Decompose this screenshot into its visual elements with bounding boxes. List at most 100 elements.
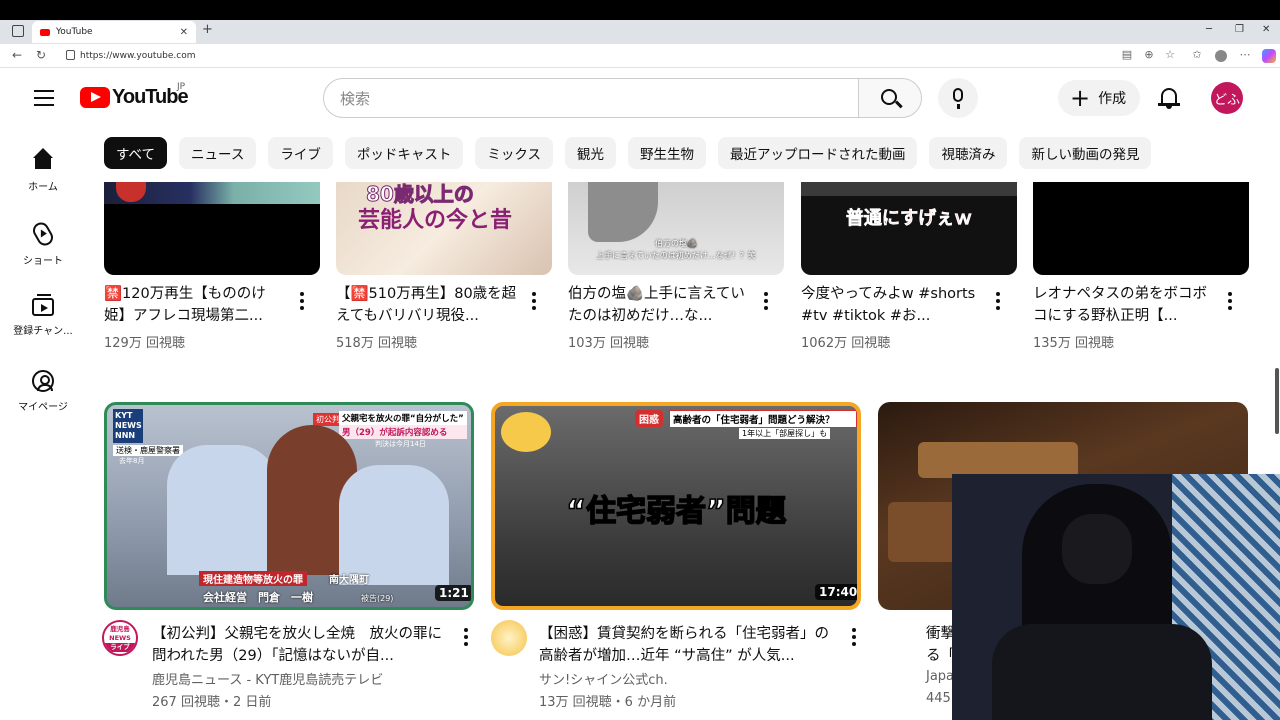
- minimize-button[interactable]: ─: [1206, 24, 1212, 35]
- channel-name[interactable]: サン!シャイン公式ch.: [539, 669, 668, 688]
- more-options-icon[interactable]: [1226, 292, 1234, 312]
- url-field[interactable]: https://www.youtube.com: [62, 46, 1142, 66]
- thumbnail-tag: 被告(29): [361, 594, 394, 603]
- search-button[interactable]: [858, 78, 922, 118]
- sidebar-item-label: マイページ: [18, 402, 68, 413]
- sidebar-item-you[interactable]: マイページ: [0, 370, 86, 413]
- view-count: 518万 回視聴: [336, 336, 417, 351]
- video-thumbnail[interactable]: [1033, 182, 1249, 275]
- more-menu-icon[interactable]: ⋯: [1238, 48, 1252, 62]
- refresh-icon[interactable]: ↻: [36, 48, 46, 62]
- video-title[interactable]: 【困惑】賃貸契約を断られる「住宅弱者」の高齢者が増加…近年 “サ高住” が人気.…: [539, 623, 835, 667]
- thumbnail-name: 会社経営 門倉 一樹: [203, 591, 313, 604]
- video-title[interactable]: 今度やってみよw #shorts #tv #tiktok #お...: [801, 283, 985, 327]
- chip-tourism[interactable]: 観光: [564, 137, 616, 169]
- thumbnail-text: 普通にすげぇｗ: [845, 208, 973, 230]
- thumbnail-caption: 伯方の塩🪨 上手に言えていたのは初めだけ…なぜ！？笑: [596, 239, 756, 260]
- thumbnail-subtext: 判決は今月14日: [375, 440, 426, 448]
- sidebar-item-label: ショート: [23, 256, 63, 267]
- home-icon: [31, 148, 55, 172]
- notifications-bell-icon[interactable]: [1158, 86, 1180, 110]
- thumbnail-tag: 困惑: [635, 410, 663, 427]
- channel-avatar[interactable]: [491, 620, 527, 656]
- video-thumbnail[interactable]: 普通にすげぇｗ: [801, 182, 1017, 275]
- tab-close-icon[interactable]: ✕: [180, 27, 188, 38]
- screen-top-border: [0, 0, 1280, 20]
- chip-news[interactable]: ニュース: [179, 137, 257, 169]
- video-thumbnail[interactable]: 80歳以上の 芸能人の今と昔: [336, 182, 552, 275]
- chip-mixes[interactable]: ミックス: [475, 137, 553, 169]
- more-options-icon[interactable]: [850, 628, 858, 648]
- menu-icon[interactable]: [34, 90, 54, 106]
- page-scrollbar[interactable]: [1275, 368, 1279, 434]
- copilot-icon[interactable]: [1262, 49, 1276, 63]
- search-input[interactable]: 検索: [323, 78, 859, 118]
- video-title[interactable]: 🈲120万再生【もののけ姫】アフレコ現場第二...: [104, 283, 284, 327]
- browser-profile-icon[interactable]: [1215, 50, 1227, 62]
- tab-actions-icon[interactable]: [12, 25, 24, 37]
- browser-tab-youtube[interactable]: YouTube ✕: [32, 21, 196, 43]
- more-options-icon[interactable]: [994, 292, 1002, 312]
- thumbnail-text: 芸能人の今と昔: [358, 208, 513, 233]
- video-thumbnail[interactable]: 困惑 高齢者の「住宅弱者」問題どう解決？ 1年以上「部屋探し」も “住宅弱者”問…: [491, 402, 861, 610]
- chip-podcasts[interactable]: ポッドキャスト: [344, 137, 464, 169]
- close-window-button[interactable]: ✕: [1262, 24, 1270, 35]
- chip-all[interactable]: すべて: [104, 137, 168, 169]
- channel-avatar[interactable]: 鹿児島 NEWS ライブ: [102, 620, 138, 656]
- avatar-text: NEWS: [109, 634, 131, 642]
- zoom-icon[interactable]: ⊕: [1142, 48, 1156, 62]
- chip-wildlife[interactable]: 野生生物: [627, 137, 706, 169]
- channel-name[interactable]: 鹿児島ニュース - KYT鹿児島読売テレビ: [152, 669, 383, 688]
- sidebar-item-subscriptions[interactable]: 登録チャン...: [0, 294, 86, 337]
- screen: YouTube ✕ + ─ ❐ ✕ ← ↻ https://www.youtub…: [0, 0, 1280, 720]
- tab-title: YouTube: [56, 27, 93, 37]
- favorite-star-icon[interactable]: ☆: [1163, 48, 1177, 62]
- thumbnail-lower-third: 現住建造物等放火の罪: [199, 571, 307, 586]
- more-options-icon[interactable]: [462, 628, 470, 648]
- view-count: 1062万 回視聴: [801, 336, 891, 351]
- more-options-icon[interactable]: [530, 292, 538, 312]
- plus-icon: +: [1070, 84, 1091, 112]
- sidebar-item-label: ホーム: [28, 182, 58, 193]
- video-title[interactable]: 【🈲510万再生】80歳を超えてもバリバリ現役...: [336, 283, 520, 327]
- view-count: 135万 回視聴: [1033, 336, 1114, 351]
- youtube-logo[interactable]: YouTube JP: [80, 82, 189, 109]
- chip-new-to-you[interactable]: 新しい動画の発見: [1019, 137, 1152, 169]
- video-title[interactable]: 伯方の塩🪨上手に言えていたのは初めだけ…な...: [568, 283, 752, 327]
- new-tab-button[interactable]: +: [202, 22, 213, 37]
- sidebar-item-home[interactable]: ホーム: [0, 148, 86, 193]
- chip-live[interactable]: ライブ: [268, 137, 333, 169]
- avatar-text: ライブ: [104, 643, 136, 652]
- youtube-favicon-icon: [40, 28, 50, 36]
- channel-name[interactable]: Japa: [926, 669, 954, 684]
- thumbnail-headline: 男（29）が起訴内容認める: [339, 425, 467, 439]
- create-button[interactable]: + 作成: [1058, 80, 1140, 116]
- back-icon[interactable]: ←: [12, 48, 22, 62]
- favorites-icon[interactable]: ✩: [1190, 48, 1204, 62]
- video-title[interactable]: レオナペタスの弟をボコボコにする野杁正明【...: [1033, 283, 1217, 327]
- webcam-overlay: [952, 474, 1280, 720]
- maximize-button[interactable]: ❐: [1235, 24, 1244, 35]
- thumbnail-corner-text: 送検・鹿屋警察署: [113, 445, 183, 456]
- subscriptions-icon: [32, 294, 54, 316]
- account-avatar[interactable]: どふ: [1211, 82, 1243, 114]
- chip-watched[interactable]: 視聴済み: [929, 137, 1008, 169]
- video-meta: 267 回視聴・2 日前: [152, 695, 272, 710]
- video-title[interactable]: 【初公判】父親宅を放火し全焼 放火の罪に問われた男（29）「記憶はないが自...: [152, 623, 448, 667]
- youtube-play-icon: [80, 87, 110, 108]
- more-options-icon[interactable]: [298, 292, 306, 312]
- avatar-text: 鹿児島: [110, 625, 130, 633]
- voice-search-button[interactable]: [938, 78, 978, 118]
- sidebar-item-shorts[interactable]: ショート: [0, 219, 86, 267]
- chip-recently-uploaded[interactable]: 最近アップロードされた動画: [717, 137, 918, 169]
- video-thumbnail[interactable]: 伯方の塩🪨 上手に言えていたのは初めだけ…なぜ！？笑: [568, 182, 784, 275]
- reader-mode-icon[interactable]: ▤: [1120, 48, 1134, 62]
- thumbnail-headline: 父親宅を放火の罪“自分がした”: [339, 411, 467, 425]
- sidebar-item-label: 登録チャン...: [13, 326, 73, 337]
- microphone-icon: [953, 88, 963, 102]
- more-options-icon[interactable]: [762, 292, 770, 312]
- video-thumbnail[interactable]: KYT NEWS NNN 送検・鹿屋警察署 去年8月 初公判 父親宅を放火の罪“…: [104, 402, 474, 610]
- channel-avatar[interactable]: [878, 620, 914, 656]
- video-thumbnail[interactable]: [104, 182, 320, 275]
- video-duration: 1:21: [435, 585, 471, 601]
